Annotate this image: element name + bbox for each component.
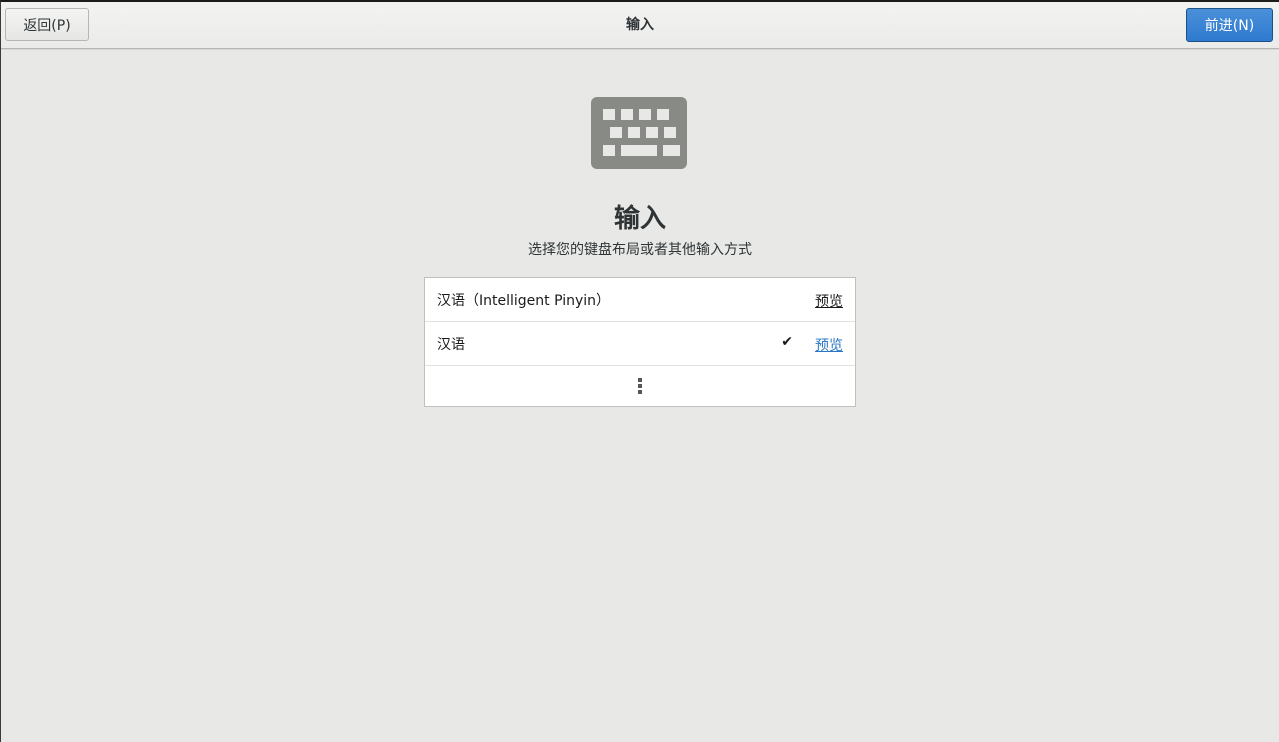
input-source-list: 汉语（Intelligent Pinyin） 预览 汉语 ✔ 预览 [424,277,856,407]
preview-link[interactable]: 预览 [815,291,843,311]
preview-link[interactable]: 预览 [815,335,843,355]
page-heading: 输入 [613,204,666,234]
input-source-label: 汉语（Intelligent Pinyin） [437,292,611,309]
input-source-label: 汉语 [437,336,465,353]
window: 返回(P) 输入 前进(N) 输入 选择您的键盘布局或者其他输入方式 汉语（In… [0,0,1279,742]
checkmark-icon: ✔ [781,334,793,350]
next-button[interactable]: 前进(N) [1186,8,1273,42]
vertical-ellipsis-icon [638,378,642,394]
header-bar: 返回(P) 输入 前进(N) [1,2,1279,49]
input-source-row[interactable]: 汉语（Intelligent Pinyin） 预览 [425,278,855,322]
keyboard-icon [591,97,687,169]
page-subheading: 选择您的键盘布局或者其他输入方式 [528,242,752,258]
input-source-row[interactable]: 汉语 ✔ 预览 [425,322,855,366]
more-input-sources-button[interactable] [425,366,855,406]
window-title: 输入 [626,17,654,33]
